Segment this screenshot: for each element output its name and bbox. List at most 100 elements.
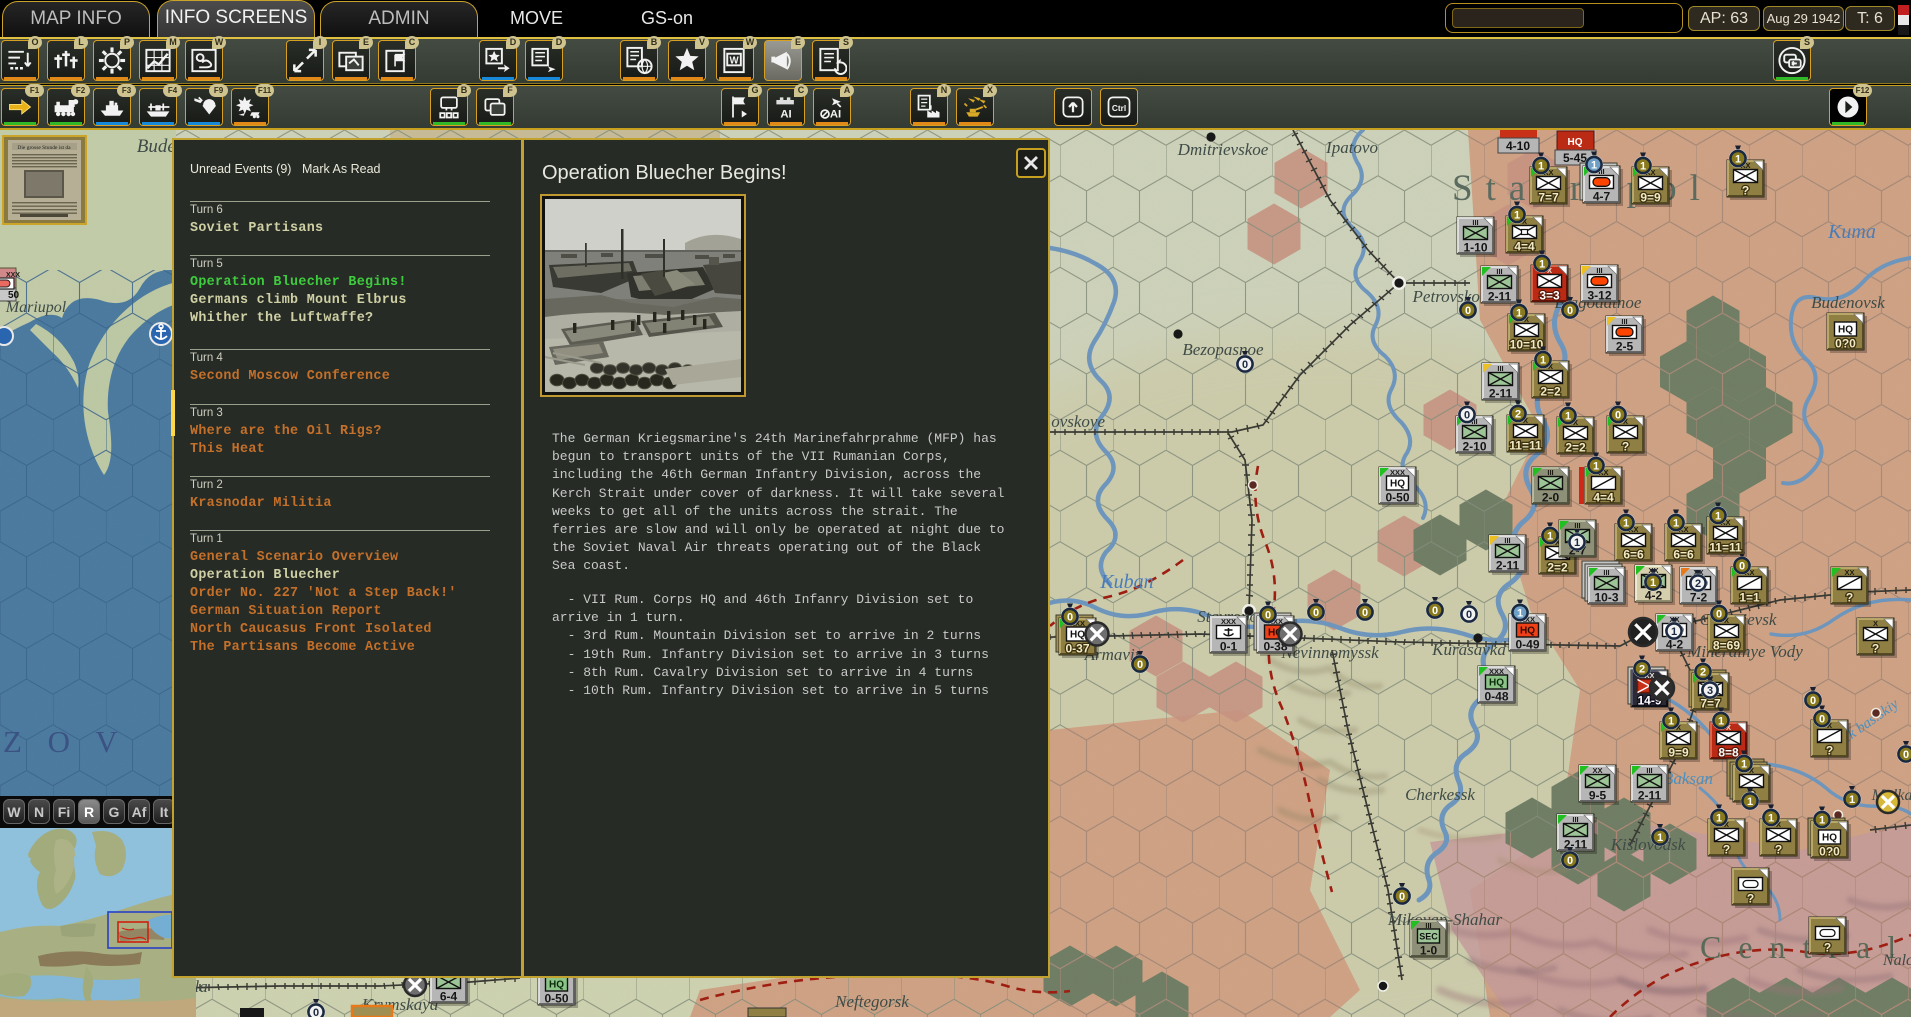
svg-text:SEC: SEC	[1419, 932, 1438, 942]
svg-text:III: III	[1603, 568, 1609, 577]
svg-text:HQ: HQ	[1838, 325, 1853, 336]
svg-text:1: 1	[1716, 812, 1722, 824]
svg-text:1: 1	[1671, 626, 1677, 638]
svg-text:III: III	[1497, 364, 1503, 373]
svg-text:9=9: 9=9	[1668, 746, 1689, 760]
svg-text:2=2: 2=2	[1547, 561, 1568, 575]
svg-text:10-3: 10-3	[1594, 591, 1618, 605]
svg-text:3=3: 3=3	[1539, 289, 1560, 303]
svg-text:Die grosse Stunde ist da: Die grosse Stunde ist da	[17, 145, 71, 151]
svg-text:III: III	[1496, 267, 1502, 276]
svg-text:1: 1	[1747, 796, 1753, 808]
svg-text:X: X	[1873, 619, 1878, 628]
svg-text:0: 0	[1464, 409, 1470, 421]
svg-text:10=10: 10=10	[1510, 338, 1544, 352]
svg-text:HQ: HQ	[1070, 630, 1085, 641]
svg-text:1: 1	[1768, 812, 1774, 824]
svg-text:Central: Central	[1700, 929, 1911, 965]
svg-text:6=6: 6=6	[1673, 548, 1694, 562]
svg-text:1: 1	[1668, 715, 1674, 727]
svg-text:0: 0	[1716, 608, 1722, 620]
svg-text:0-1: 0-1	[1220, 640, 1238, 654]
svg-text:Kuban: Kuban	[1099, 571, 1153, 593]
svg-text:Kurasavka: Kurasavka	[1431, 640, 1506, 659]
svg-text:1: 1	[1514, 209, 1520, 221]
svg-text:2=2: 2=2	[1565, 441, 1586, 455]
svg-text:1: 1	[1516, 307, 1522, 319]
svg-text:Bezopasnoe: Bezopasnoe	[1182, 340, 1264, 359]
svg-text:HQ: HQ	[1822, 833, 1837, 844]
svg-text:1: 1	[1657, 832, 1663, 844]
svg-text:0: 0	[1466, 609, 1472, 621]
svg-text:0: 0	[1137, 659, 1143, 671]
svg-text:2-10: 2-10	[1462, 440, 1486, 454]
svg-text:3-12: 3-12	[1587, 289, 1611, 303]
svg-text:1: 1	[1539, 258, 1545, 270]
svg-text:0: 0	[1242, 359, 1248, 371]
svg-text:1: 1	[1735, 153, 1741, 165]
svg-text:2=2: 2=2	[1540, 385, 1561, 399]
svg-text:0?0: 0?0	[1819, 845, 1840, 859]
svg-text:HQ: HQ	[1489, 678, 1504, 689]
svg-text:0: 0	[1903, 749, 1909, 761]
svg-text:Dmitrievskoe: Dmitrievskoe	[1177, 140, 1269, 159]
svg-text:1=1: 1=1	[1739, 591, 1760, 605]
svg-text:ovskoye: ovskoye	[1051, 412, 1105, 431]
svg-text:AI: AI	[780, 109, 791, 121]
svg-text:Kislovodsk: Kislovodsk	[1610, 835, 1686, 854]
svg-text:0: 0	[1567, 305, 1573, 317]
svg-text:III: III	[1547, 468, 1553, 477]
svg-text:7=7: 7=7	[1538, 191, 1559, 205]
svg-text:0: 0	[1399, 891, 1405, 903]
svg-text:0: 0	[1810, 695, 1816, 707]
svg-text:2: 2	[1639, 663, 1645, 675]
svg-text:Cherkessk: Cherkessk	[1405, 785, 1475, 804]
svg-text:HQ: HQ	[1390, 479, 1405, 490]
svg-text:Kuma: Kuma	[1827, 221, 1876, 243]
svg-text:Neftegorsk: Neftegorsk	[834, 992, 909, 1011]
svg-text:2: 2	[1700, 666, 1706, 678]
svg-text:8=8: 8=8	[1718, 746, 1739, 760]
svg-text:III: III	[1574, 521, 1580, 530]
svg-text:0: 0	[1265, 609, 1271, 621]
svg-text:2-11: 2-11	[1489, 387, 1513, 401]
svg-text:0-48: 0-48	[1484, 690, 1508, 704]
svg-text:3: 3	[1707, 685, 1713, 697]
svg-text:0: 0	[1819, 713, 1825, 725]
svg-text:?: ?	[1824, 941, 1831, 955]
svg-text:0: 0	[1615, 409, 1621, 421]
svg-text:8=69: 8=69	[1713, 639, 1740, 653]
svg-text:0: 0	[1313, 607, 1319, 619]
svg-text:1: 1	[1593, 460, 1599, 472]
svg-text:2-0: 2-0	[1542, 491, 1560, 505]
svg-text:III: III	[1646, 766, 1652, 775]
svg-text:Mariupol: Mariupol	[5, 299, 67, 316]
svg-text:1: 1	[1673, 517, 1679, 529]
svg-text:0: 0	[1362, 607, 1368, 619]
svg-text:2: 2	[1515, 408, 1521, 420]
svg-text:1: 1	[1650, 577, 1656, 589]
svg-text:1-10: 1-10	[1463, 241, 1487, 255]
svg-text:W: W	[729, 55, 739, 66]
svg-text:Nalc: Nalc	[1882, 952, 1911, 969]
svg-text:4-10: 4-10	[1506, 139, 1530, 153]
svg-text:0: 0	[1465, 305, 1471, 317]
svg-text:0: 0	[1067, 611, 1073, 623]
svg-text:9-5: 9-5	[1589, 789, 1607, 803]
svg-text:0-50: 0-50	[544, 992, 568, 1006]
svg-text:HQ: HQ	[1520, 626, 1535, 637]
svg-text:0: 0	[1739, 560, 1745, 572]
svg-text:XXX: XXX	[1221, 617, 1236, 626]
svg-text:11=11: 11=11	[1509, 439, 1542, 453]
svg-text:?: ?	[1775, 843, 1782, 857]
svg-text:AI: AI	[830, 109, 841, 121]
svg-text:?: ?	[1846, 591, 1853, 605]
svg-text:0?0: 0?0	[1835, 337, 1856, 351]
svg-text:1: 1	[1849, 794, 1855, 806]
svg-text:4=4: 4=4	[1514, 240, 1535, 254]
svg-text:1: 1	[1517, 607, 1523, 619]
svg-text:0-37: 0-37	[1065, 642, 1089, 656]
svg-text:Ipatovo: Ipatovo	[1325, 138, 1378, 157]
svg-text:HQ: HQ	[549, 980, 564, 991]
svg-text:6-4: 6-4	[440, 990, 458, 1004]
